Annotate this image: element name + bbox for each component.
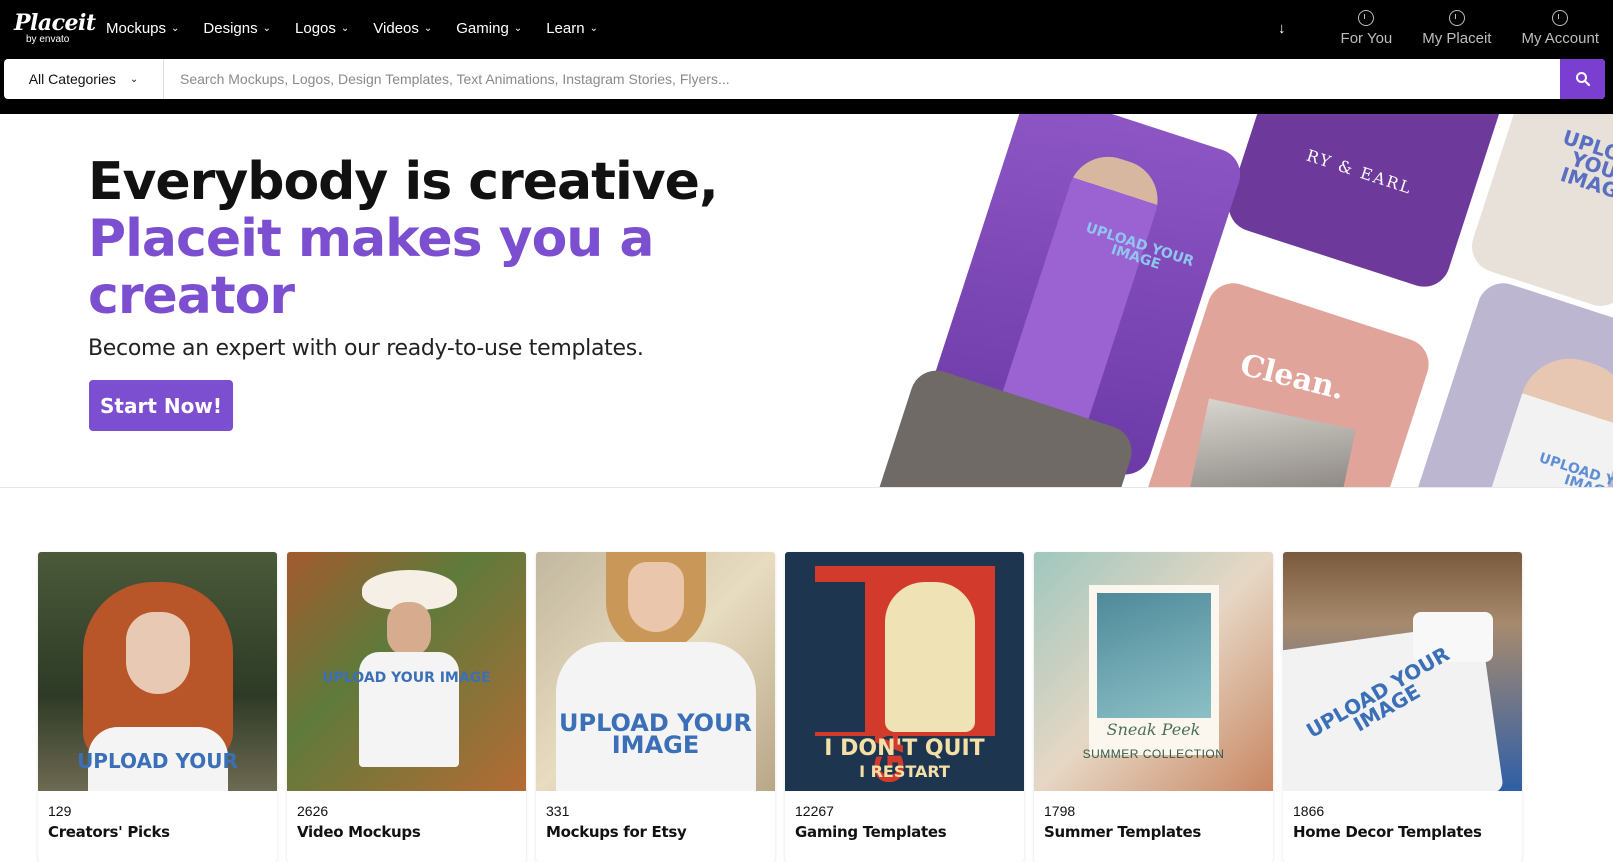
category-card-home-decor-templates[interactable]: UPLOAD YOUR IMAGE 1866 Home Decor Templa… [1283,552,1522,862]
nav-designs[interactable]: Designs ⌄ [203,18,271,40]
category-thumbnail: UPLOAD YOUR IMAGE [287,552,526,791]
category-thumbnail: UPLOAD YOUR IMAGE [536,552,775,791]
search-icon [1575,72,1590,87]
chevron-down-icon: ⌄ [340,23,350,34]
account-nav: For You My Placeit My Account [1341,8,1599,47]
category-count: 331 [546,803,570,819]
chevron-down-icon: ⌄ [423,23,433,34]
hero-section: Everybody is creative, Placeit makes you… [0,114,1613,488]
category-title: Mockups for Etsy [546,823,687,841]
nav-videos-label: Videos [373,20,419,37]
search-button[interactable] [1560,59,1605,99]
nav-my-placeit[interactable]: My Placeit [1422,8,1491,47]
category-count: 12267 [795,803,834,819]
download-icon[interactable]: ↓ [1278,20,1286,37]
category-count: 1798 [1044,803,1076,819]
thumb-quit-text: I DON'T QUIT [824,736,985,761]
placeit-logo[interactable]: Placeit by envato [14,12,96,45]
nav-logos-label: Logos [295,20,336,37]
hero-line-2: Placeit makes you a [88,209,655,269]
nav-gaming-label: Gaming [456,20,509,37]
top-navigation-bar: Placeit by envato Mockups ⌄ Designs ⌄ Logo… [0,0,1613,114]
category-thumbnail: Sneak Peek SUMMER COLLECTION [1034,552,1273,791]
category-thumbnail: UPLOAD YOUR [38,552,277,791]
category-title: Summer Templates [1044,823,1202,841]
category-count: 1866 [1293,803,1325,819]
category-thumbnail: GAMER I DON'T QUIT I RESTART [785,552,1024,791]
nav-mockups-label: Mockups [106,20,167,37]
logo-wordmark: Placeit [14,10,96,36]
compass-icon [1358,10,1375,26]
hero-line-3: creator [88,266,295,326]
chevron-down-icon: ⌄ [589,23,598,34]
nav-mockups[interactable]: Mockups ⌄ [106,18,179,40]
search-bar: All Categories ⌄ [4,59,1605,99]
category-select-label: All Categories [28,71,116,87]
chevron-down-icon: ⌄ [513,23,523,34]
nav-my-placeit-label: My Placeit [1422,30,1492,47]
category-title: Gaming Templates [795,823,947,841]
category-count: 2626 [297,803,329,819]
collage-clean-text: Clean. [1236,347,1348,408]
category-title: Video Mockups [297,823,421,841]
chevron-down-icon: ⌄ [262,23,272,34]
thumb-sneak-peek-text: Sneak Peek [1106,720,1201,739]
nav-designs-label: Designs [203,20,258,37]
hero-headline: Everybody is creative, Placeit makes you… [88,152,719,326]
thumb-upload-text: UPLOAD YOUR [77,749,238,773]
search-input[interactable] [164,59,1560,99]
category-card-gaming-templates[interactable]: GAMER I DON'T QUIT I RESTART 12267 Gamin… [785,552,1024,862]
collage-earl-text: RY & EARL [1304,145,1415,198]
category-title: Creators' Picks [48,823,170,841]
category-title: Home Decor Templates [1293,823,1482,841]
category-cards: UPLOAD YOUR 129 Creators' Picks UPLOAD Y… [38,552,1522,862]
category-select[interactable]: All Categories ⌄ [4,59,164,99]
collage-model [998,146,1168,432]
collage-upload-text: UPLOAD YOUR IMAGE [1557,124,1613,208]
nav-for-you-label: For You [1340,30,1393,47]
user-icon [1552,10,1569,26]
hero-collage: UPLOAD YOUR IMAGE RY & EARL UPLOAD YOUR … [851,114,1613,487]
hero-line-1: Everybody is creative, [88,152,719,212]
category-card-mockups-for-etsy[interactable]: UPLOAD YOUR IMAGE 331 Mockups for Etsy [536,552,775,862]
smile-icon [1448,10,1465,26]
thumb-face [628,562,684,632]
nav-my-account-label: My Account [1521,30,1599,47]
collage-photo [1169,398,1356,487]
nav-learn[interactable]: Learn ⌄ [546,18,598,40]
thumb-summer-collection-text: SUMMER COLLECTION [1082,747,1225,761]
category-card-summer-templates[interactable]: Sneak Peek SUMMER COLLECTION 1798 Summer… [1034,552,1273,862]
nav-learn-label: Learn [546,20,585,37]
thumb-face [126,612,190,694]
thumb-astronaut [885,582,975,732]
collage-wedding-card: RY & EARL [1222,114,1518,294]
category-thumbnail: UPLOAD YOUR IMAGE [1283,552,1522,791]
hero-subtitle: Become an expert with our ready-to-use t… [88,336,644,361]
category-card-creators-picks[interactable]: UPLOAD YOUR 129 Creators' Picks [38,552,277,862]
start-now-button[interactable]: Start Now! [89,380,233,431]
thumb-upload-text: UPLOAD YOUR IMAGE [558,709,753,760]
nav-for-you[interactable]: For You [1340,8,1393,47]
category-count: 129 [48,803,72,819]
chevron-down-icon: ⌄ [129,73,139,85]
thumb-photo [1097,593,1211,718]
nav-gaming[interactable]: Gaming ⌄ [456,18,522,40]
thumb-gamer-text: GAMER [815,582,912,784]
thumb-restart-text: I RESTART [859,762,950,781]
thumb-face [387,602,431,656]
main-nav: Mockups ⌄ Designs ⌄ Logos ⌄ Videos ⌄ Gaming ⌄… [106,18,622,40]
chevron-down-icon: ⌄ [171,23,180,34]
category-card-video-mockups[interactable]: UPLOAD YOUR IMAGE 2626 Video Mockups [287,552,526,862]
nav-videos[interactable]: Videos ⌄ [373,18,432,40]
nav-logos[interactable]: Logos ⌄ [295,18,349,40]
thumb-upload-text: UPLOAD YOUR IMAGE [322,670,491,686]
nav-my-account[interactable]: My Account [1521,8,1599,47]
